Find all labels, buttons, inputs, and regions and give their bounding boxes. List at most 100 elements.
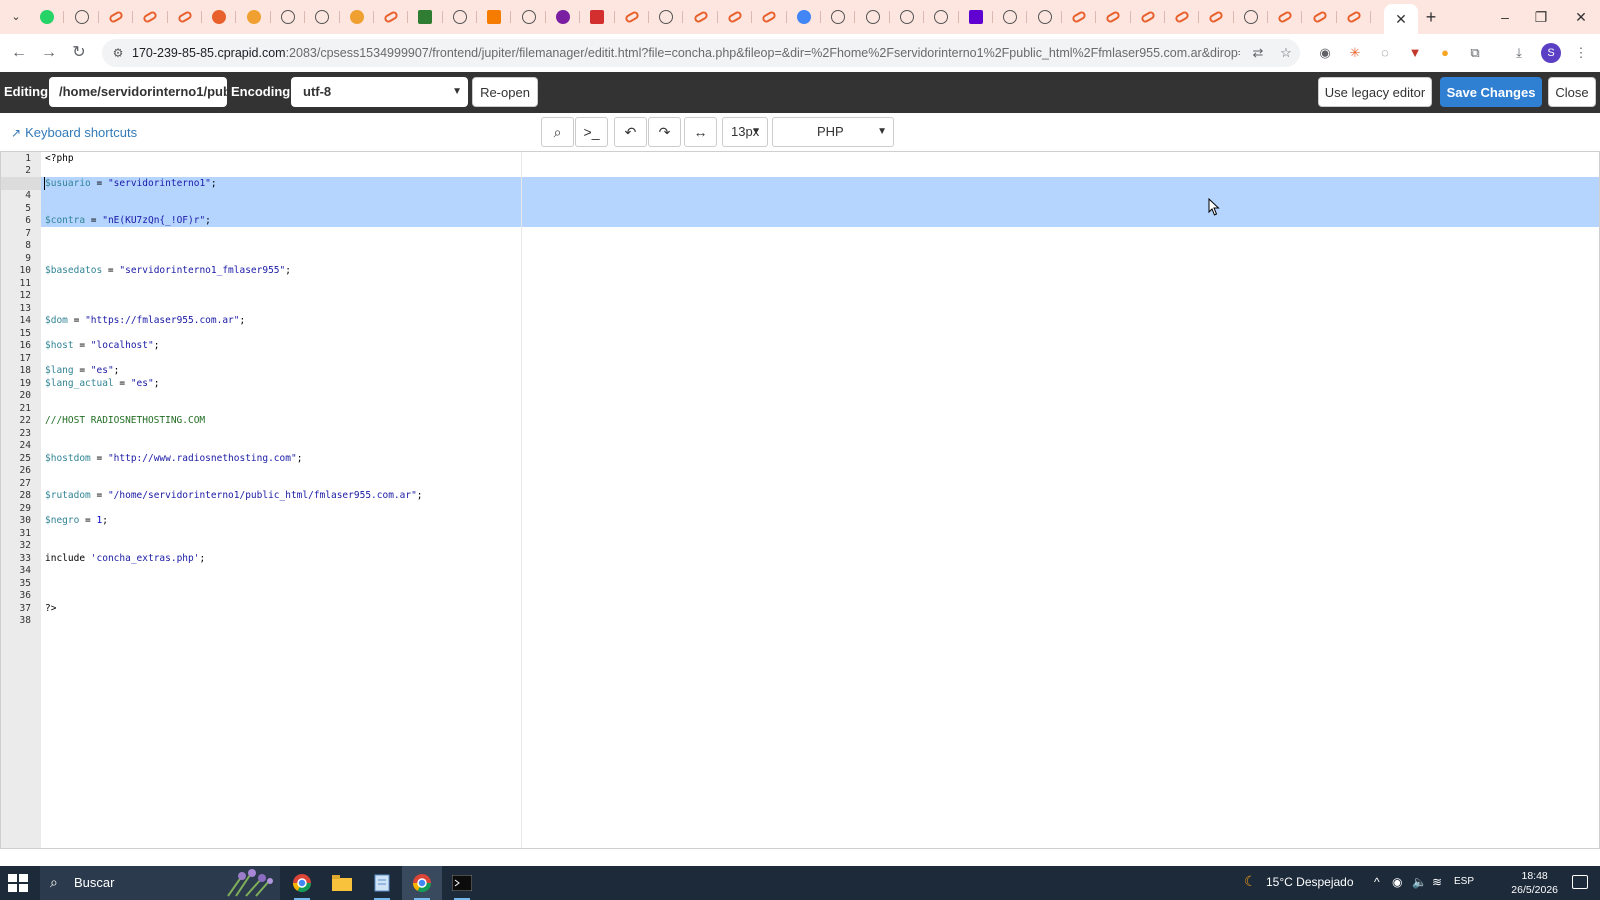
browser-tab[interactable]: [64, 4, 100, 30]
undo-icon[interactable]: ↶: [614, 117, 647, 147]
taskbar-notepad-icon[interactable]: [362, 866, 402, 900]
browser-tab[interactable]: [890, 4, 925, 30]
windows-start-icon[interactable]: [8, 874, 28, 892]
code-line[interactable]: $basedatos = "servidorinterno1_fmlaser95…: [45, 265, 291, 278]
taskbar-clock[interactable]: 18:48 26/5/2026: [1511, 869, 1558, 897]
browser-tab[interactable]: [924, 4, 959, 30]
font-size-select[interactable]: 13px ▼: [722, 117, 768, 147]
legacy-editor-button[interactable]: Use legacy editor: [1318, 77, 1432, 107]
code-line[interactable]: $lang_actual = "es";: [45, 378, 159, 391]
browser-tab[interactable]: [546, 4, 581, 30]
browser-tab[interactable]: [1096, 4, 1131, 30]
claude-extension-icon[interactable]: ✳: [1346, 44, 1364, 62]
back-arrow-icon[interactable]: ←: [8, 42, 30, 64]
browser-tab[interactable]: [821, 4, 856, 30]
weather-moon-icon[interactable]: ☾: [1244, 873, 1257, 890]
browser-tab[interactable]: [133, 4, 168, 30]
browser-tab[interactable]: [202, 4, 237, 30]
code-line[interactable]: $usuario = "servidorinterno1";: [45, 178, 217, 191]
window-close-icon[interactable]: ✕: [1566, 6, 1596, 28]
site-info-icon[interactable]: ⚙: [110, 45, 126, 61]
browser-tab[interactable]: [855, 4, 891, 30]
pocket-extension-icon[interactable]: ▼: [1406, 44, 1424, 62]
browser-menu-icon[interactable]: ⋮: [1572, 44, 1590, 62]
code-line[interactable]: include 'concha_extras.php';: [45, 553, 205, 566]
browser-tab[interactable]: [1027, 4, 1063, 30]
taskbar-chrome-profile-icon[interactable]: [402, 866, 442, 900]
restore-icon[interactable]: ❐: [1526, 6, 1556, 28]
browser-tab[interactable]: [1337, 4, 1372, 30]
wrap-toggle-icon[interactable]: ↔: [684, 117, 717, 147]
new-tab-button[interactable]: +: [1420, 6, 1442, 28]
browser-tab[interactable]: [374, 4, 409, 30]
translate-icon[interactable]: ⇄: [1250, 45, 1266, 61]
browser-tab[interactable]: [580, 4, 616, 30]
browser-tab[interactable]: [511, 4, 547, 30]
goto-line-icon[interactable]: >_: [575, 117, 608, 147]
browser-tab[interactable]: [1062, 4, 1097, 30]
minimize-icon[interactable]: –: [1490, 6, 1520, 28]
browser-tab[interactable]: [718, 4, 753, 30]
reopen-button[interactable]: Re-open: [472, 77, 538, 107]
tab-search-chevron-icon[interactable]: ⌄: [6, 8, 26, 26]
browser-tab[interactable]: [1268, 4, 1303, 30]
browser-tab[interactable]: [477, 4, 512, 30]
browser-tab[interactable]: [305, 4, 340, 30]
keyboard-shortcuts-link[interactable]: ↗ Keyboard shortcuts: [11, 125, 137, 140]
profile-avatar[interactable]: S: [1541, 43, 1561, 63]
notifications-icon[interactable]: [1572, 875, 1588, 889]
browser-tab[interactable]: [649, 4, 684, 30]
forward-arrow-icon[interactable]: →: [38, 42, 60, 64]
avast-extension-icon[interactable]: ●: [1436, 44, 1454, 62]
taskbar-search-box[interactable]: ⌕ Buscar: [40, 866, 280, 900]
extensions-puzzle-icon[interactable]: ⧉: [1466, 44, 1484, 62]
browser-tab[interactable]: [408, 4, 444, 30]
code-line[interactable]: $hostdom = "http://www.radiosnethosting.…: [45, 453, 302, 466]
code-line[interactable]: $contra = "nE(KU7zQn{_!OF)r";: [45, 215, 211, 228]
close-button[interactable]: Close: [1548, 77, 1596, 107]
syntax-mode-select[interactable]: PHP ▼: [772, 117, 894, 147]
redo-icon[interactable]: ↷: [648, 117, 681, 147]
taskbar-chrome-icon[interactable]: [282, 866, 322, 900]
url-text[interactable]: 170-239-85-85.cprapid.com:2083/cpsess153…: [132, 39, 1240, 67]
tray-record-icon[interactable]: ◉: [1392, 875, 1402, 889]
search-icon[interactable]: ⌕: [541, 117, 574, 147]
browser-tab[interactable]: [683, 4, 719, 30]
code-line[interactable]: ?>: [45, 603, 56, 616]
browser-tab[interactable]: [271, 4, 306, 30]
file-path-field[interactable]: /home/servidorinterno1/public_html/fmlas…: [49, 77, 227, 107]
browser-tab[interactable]: [1199, 4, 1235, 30]
browser-tab[interactable]: [787, 4, 822, 30]
browser-tab[interactable]: [615, 4, 650, 30]
browser-tab[interactable]: [1131, 4, 1166, 30]
browser-tab[interactable]: [1302, 4, 1338, 30]
browser-tab[interactable]: [959, 4, 994, 30]
browser-tab[interactable]: [168, 4, 203, 30]
code-line[interactable]: <?php: [45, 153, 74, 166]
tab-close-icon[interactable]: ✕: [1395, 11, 1407, 28]
bookmark-star-icon[interactable]: ☆: [1278, 45, 1294, 61]
taskbar-file-explorer-icon[interactable]: [322, 866, 362, 900]
camera-extension-icon[interactable]: ◉: [1316, 44, 1334, 62]
code-line[interactable]: $lang = "es";: [45, 365, 119, 378]
code-line[interactable]: ///HOST RADIOSNETHOSTING.COM: [45, 415, 205, 428]
browser-tab[interactable]: [443, 4, 478, 30]
browser-tab[interactable]: [236, 4, 272, 30]
active-tab[interactable]: ✕: [1384, 4, 1418, 34]
browser-tab[interactable]: [752, 4, 787, 30]
taskbar-terminal-icon[interactable]: [442, 866, 482, 900]
weather-text[interactable]: 15°C Despejado: [1266, 875, 1354, 889]
browser-tab[interactable]: [340, 4, 375, 30]
browser-tab[interactable]: [993, 4, 1028, 30]
browser-tab[interactable]: [1165, 4, 1200, 30]
code-line[interactable]: $host = "localhost";: [45, 340, 159, 353]
code-line[interactable]: $negro = 1;: [45, 515, 108, 528]
code-editor[interactable]: 1234567891011121314151617181920212223242…: [0, 151, 1600, 849]
tray-chevron-up-icon[interactable]: ^: [1374, 875, 1380, 889]
save-changes-button[interactable]: Save Changes: [1440, 77, 1542, 107]
code-line[interactable]: $dom = "https://fmlaser955.com.ar";: [45, 315, 245, 328]
network-icon[interactable]: ≋: [1432, 875, 1442, 889]
reload-icon[interactable]: ↻: [68, 42, 90, 64]
volume-icon[interactable]: 🔈: [1412, 875, 1427, 889]
address-bar[interactable]: ⚙ 170-239-85-85.cprapid.com:2083/cpsess1…: [102, 39, 1300, 67]
